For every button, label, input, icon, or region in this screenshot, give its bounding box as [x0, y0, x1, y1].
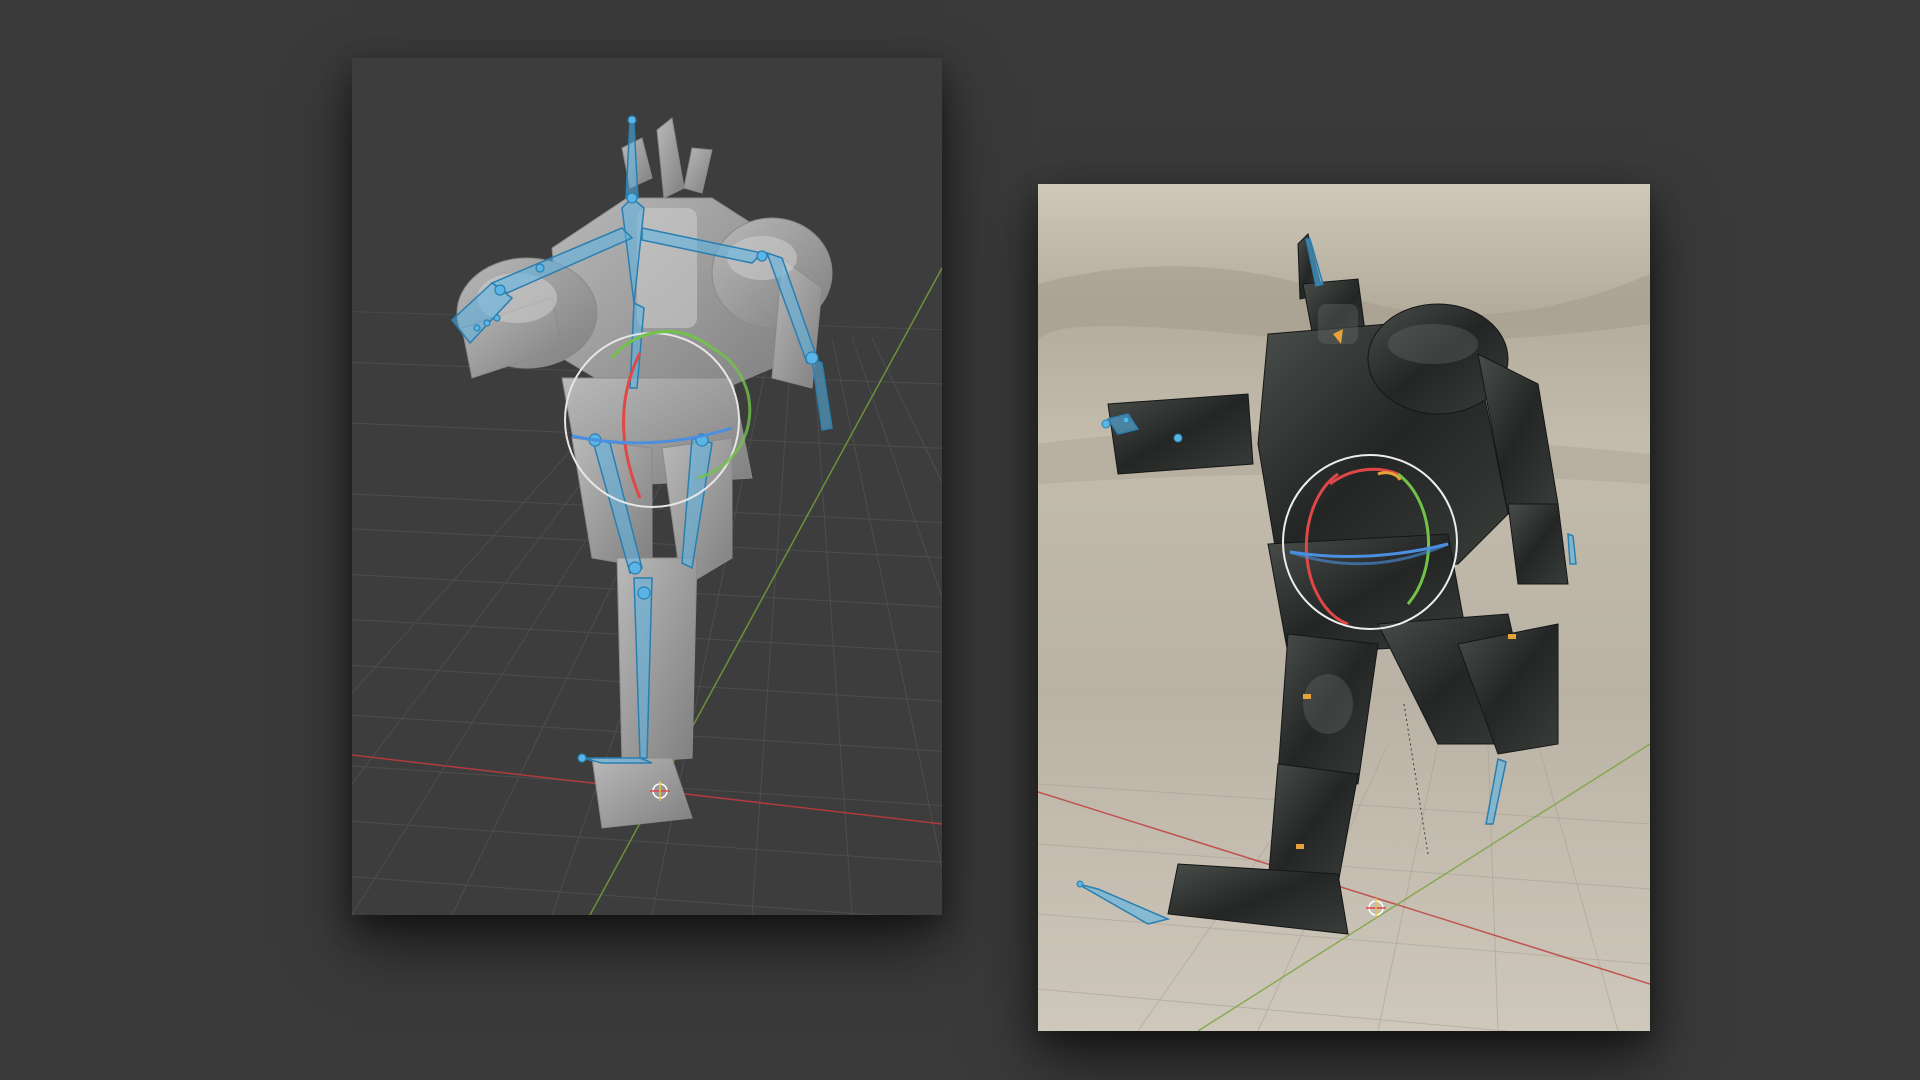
pose-viewport-solid[interactable]: [352, 58, 942, 915]
solid-viewport-scene: [352, 58, 942, 915]
comparison-canvas: [0, 0, 1920, 1080]
rendered-viewport-scene: [1038, 184, 1650, 1031]
pose-viewport-rendered[interactable]: [1038, 184, 1650, 1031]
